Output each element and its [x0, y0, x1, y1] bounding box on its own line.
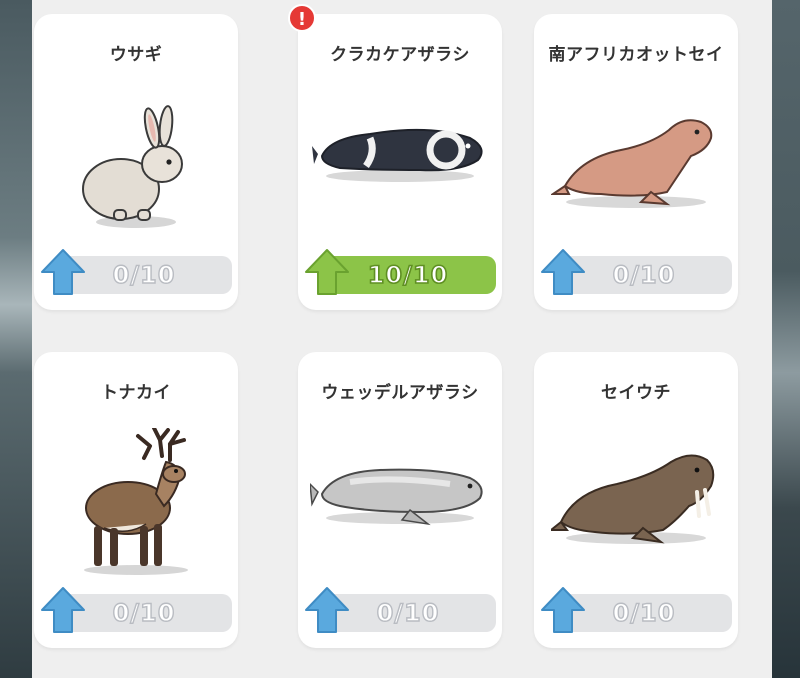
upgrade-arrow-icon	[541, 249, 585, 295]
progress-count: 0/10	[612, 598, 676, 627]
upgrade-arrow-icon	[541, 587, 585, 633]
walrus-icon	[534, 432, 738, 582]
animal-name: クラカケアザラシ	[330, 45, 470, 65]
ribbon-seal-icon	[298, 94, 502, 244]
fur-seal-icon	[534, 94, 738, 244]
animal-name: セイウチ	[601, 383, 671, 403]
animal-grid: ウサギ 0/10 ! クラカケアザラシ 10/10 南アフリカオットセイ 0/1…	[34, 0, 738, 678]
upgrade-arrow-icon	[41, 587, 85, 633]
reindeer-icon	[34, 428, 238, 578]
animal-name: 南アフリカオットセイ	[548, 45, 724, 65]
animal-name: ウェッデルアザラシ	[321, 383, 479, 403]
animal-card-reindeer[interactable]: トナカイ 0/10	[34, 352, 238, 648]
animal-card-walrus[interactable]: セイウチ 0/10	[534, 352, 738, 648]
upgrade-progress: 0/10	[540, 249, 732, 295]
animal-card-fur-seal[interactable]: 南アフリカオットセイ 0/10	[534, 14, 738, 310]
upgrade-arrow-icon	[305, 587, 349, 633]
weddell-seal-icon	[298, 432, 502, 582]
rabbit-icon	[34, 94, 238, 244]
animal-card-rabbit[interactable]: ウサギ 0/10	[34, 14, 238, 310]
animal-name: ウサギ	[109, 45, 163, 65]
animal-card-ribbon-seal[interactable]: ! クラカケアザラシ 10/10	[288, 4, 502, 310]
progress-count: 0/10	[112, 260, 176, 289]
progress-count: 0/10	[612, 260, 676, 289]
progress-count: 0/10	[112, 598, 176, 627]
upgrade-arrow-icon	[41, 249, 85, 295]
animal-card-weddell-seal[interactable]: ウェッデルアザラシ 0/10	[298, 352, 502, 648]
upgrade-progress: 0/10	[540, 587, 732, 633]
alert-badge: !	[288, 4, 316, 32]
upgrade-progress: 0/10	[40, 587, 232, 633]
progress-count: 0/10	[376, 598, 440, 627]
upgrade-arrow-icon	[305, 249, 349, 295]
animal-name: トナカイ	[101, 383, 171, 403]
progress-count: 10/10	[367, 260, 449, 290]
upgrade-progress: 0/10	[40, 249, 232, 295]
upgrade-progress: 0/10	[304, 587, 496, 633]
upgrade-progress: 10/10	[304, 249, 496, 295]
